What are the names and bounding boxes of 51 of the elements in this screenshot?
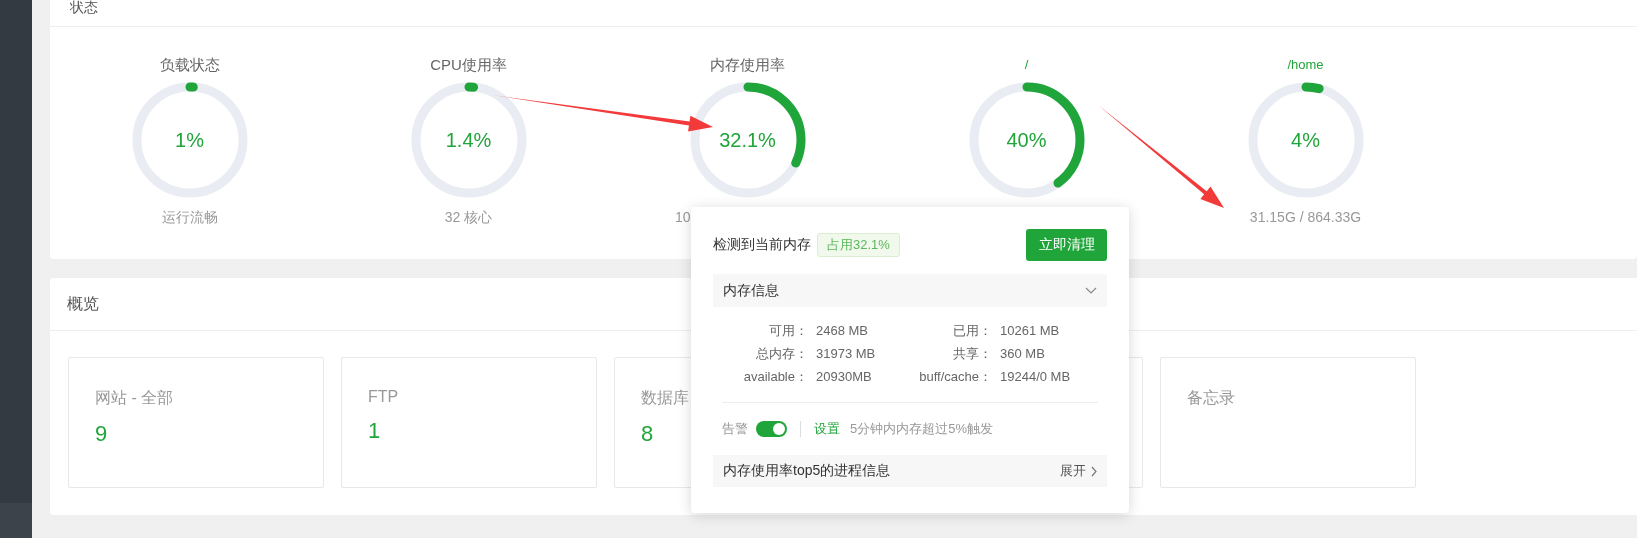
stat-value: 360 MB: [1000, 345, 1046, 363]
stat-value: 19244/0 MB: [1000, 368, 1072, 386]
gauge-reading: 32.1%: [719, 128, 776, 152]
stat-label: buff/cache：: [918, 368, 992, 386]
chevron-down-icon: [1085, 286, 1097, 295]
info-section-header[interactable]: 内存信息: [713, 274, 1107, 307]
expand-toggle[interactable]: 展开: [1060, 462, 1097, 480]
stat-value: 8: [641, 421, 654, 447]
stat-label: 数据库: [641, 388, 689, 408]
stat-value: 10261 MB: [1000, 322, 1061, 340]
alarm-rule: 5分钟内内存超过5%触发: [850, 420, 994, 438]
gauge-reading: 1%: [175, 128, 204, 152]
stat-label: 可用：: [768, 322, 808, 340]
panel-title: 概览: [67, 293, 99, 314]
gauge-reading: 40%: [1006, 128, 1047, 152]
stat-card[interactable]: FTP 1: [341, 357, 597, 488]
stat-label: FTP: [368, 388, 399, 406]
alarm-label: 告警: [722, 420, 748, 438]
gauge-title: /home: [1287, 56, 1324, 74]
settings-link[interactable]: 设置: [814, 420, 840, 438]
popup-heading: 检测到当前内存: [713, 236, 811, 254]
stat-label: 共享：: [952, 345, 992, 363]
gauge-title: 内存使用率: [710, 55, 785, 75]
stat-label: 备忘录: [1187, 388, 1235, 408]
panel-title: 状态: [70, 0, 98, 14]
gauge-caption: 31.15G / 864.33G: [1249, 208, 1362, 227]
section-title: 内存信息: [723, 281, 779, 300]
usage-badge: 占用32.1%: [817, 233, 900, 257]
stat-value: 1: [368, 418, 381, 444]
gauge-title: /: [1024, 56, 1029, 74]
stat-card[interactable]: 网站 - 全部 9: [68, 357, 324, 488]
gauge-reading: 1.4%: [445, 128, 492, 152]
chevron-right-icon: [1091, 465, 1097, 477]
stat-value: 9: [95, 421, 108, 447]
stat-value: 2468 MB: [816, 322, 870, 340]
gauge-caption: 32 核心: [444, 208, 493, 227]
section-title: 内存使用率top5的进程信息: [723, 462, 891, 480]
gauge-caption: 运行流畅: [161, 208, 218, 227]
stat-label: 网站 - 全部: [95, 388, 174, 408]
stat-value: 20930MB: [816, 368, 873, 386]
stat-card[interactable]: 备忘录: [1160, 357, 1416, 488]
stat-label: 已用：: [952, 322, 992, 340]
gauge-caption: 10: [675, 208, 691, 227]
stat-label: 总内存：: [755, 345, 808, 363]
gauge-reading: 4%: [1291, 128, 1320, 152]
alarm-toggle[interactable]: [756, 421, 787, 437]
gauge-title: 负载状态: [159, 55, 220, 75]
gauge-title: CPU使用率: [430, 55, 507, 75]
stat-value: 31973 MB: [816, 345, 877, 363]
clean-button[interactable]: 立即清理: [1026, 229, 1107, 261]
stat-label: available：: [742, 368, 808, 386]
